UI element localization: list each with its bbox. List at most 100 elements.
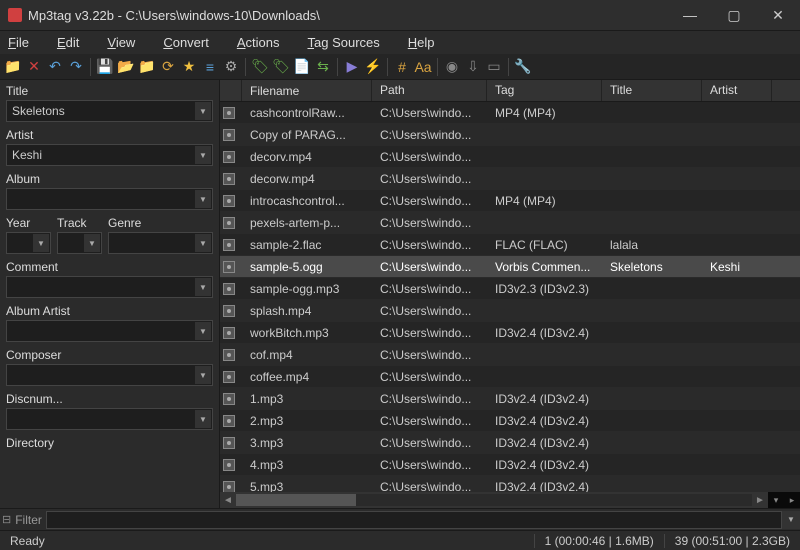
column-filename[interactable]: Filename [242,80,372,101]
menu-actions[interactable]: Actions [237,35,280,50]
menu-tag-sources[interactable]: Tag Sources [308,35,380,50]
cell-path: C:\Users\windo... [372,282,487,296]
scroll-right-icon[interactable]: ▸ [784,492,800,508]
file-icon [223,437,235,449]
artist-dropdown-icon[interactable]: ▼ [195,146,211,164]
horizontal-scrollbar[interactable]: ◄ ► ▾ ▸ [220,492,800,508]
table-row[interactable]: cof.mp4 C:\Users\windo... [220,344,800,366]
table-row[interactable]: pexels-artem-p... C:\Users\windo... [220,212,800,234]
genre-label: Genre [108,216,213,230]
discnum-dropdown-icon[interactable]: ▼ [195,410,211,428]
playlist-icon[interactable]: ≡ [201,58,219,76]
discnum-input[interactable] [6,408,213,430]
action-icon[interactable]: ▶ [343,58,361,76]
text-file-icon[interactable]: 📄 [293,58,311,76]
table-row[interactable]: sample-5.ogg C:\Users\windo... Vorbis Co… [220,256,800,278]
number-icon[interactable]: # [393,58,411,76]
comment-input[interactable] [6,276,213,298]
table-row[interactable]: 5.mp3 C:\Users\windo... ID3v2.4 (ID3v2.4… [220,476,800,492]
album-label: Album [6,172,213,186]
album-artist-dropdown-icon[interactable]: ▼ [195,322,211,340]
menu-convert[interactable]: Convert [163,35,209,50]
tag-from-file-icon[interactable]: 🏷 [251,58,269,76]
cell-tag: ID3v2.4 (ID3v2.4) [487,414,602,428]
status-selected: 1 (00:00:46 | 1.6MB) [535,534,665,548]
star-icon[interactable]: ★ [180,58,198,76]
window-title: Mp3tag v3.22b - C:\Users\windows-10\Down… [28,8,668,23]
cell-filename: 4.mp3 [242,458,372,472]
cell-filename: pexels-artem-p... [242,216,372,230]
table-row[interactable]: cashcontrolRaw... C:\Users\windo... MP4 … [220,102,800,124]
discnum-label: Discnum... [6,392,213,406]
filter-label: Filter [15,513,42,527]
column-title[interactable]: Title [602,80,702,101]
cell-filename: sample-2.flac [242,238,372,252]
extended-icon[interactable]: ▭ [485,58,503,76]
column-artist[interactable]: Artist [702,80,772,101]
table-row[interactable]: decorv.mp4 C:\Users\windo... [220,146,800,168]
status-total: 39 (00:51:00 | 2.3GB) [665,534,800,548]
tag-to-tag-icon[interactable]: ⇆ [314,58,332,76]
file-icon [223,283,235,295]
composer-input[interactable] [6,364,213,386]
cell-path: C:\Users\windo... [372,458,487,472]
folder-add-icon[interactable]: 📁 [138,58,156,76]
filter-dropdown-icon[interactable]: ▼ [782,511,800,529]
table-row[interactable]: splash.mp4 C:\Users\windo... [220,300,800,322]
track-dropdown-icon[interactable]: ▼ [84,234,100,252]
tools-icon[interactable]: 🔧 [514,58,532,76]
artist-input[interactable]: Keshi [6,144,213,166]
minimize-button[interactable]: — [668,0,712,30]
cell-path: C:\Users\windo... [372,238,487,252]
case-icon[interactable]: Aa [414,58,432,76]
column-path[interactable]: Path [372,80,487,101]
disc-icon[interactable]: ◉ [443,58,461,76]
folder-icon[interactable]: 📁 [4,58,22,76]
scroll-dropdown-icon[interactable]: ▾ [768,492,784,508]
redo-icon[interactable]: ↷ [67,58,85,76]
table-row[interactable]: workBitch.mp3 C:\Users\windo... ID3v2.4 … [220,322,800,344]
maximize-button[interactable]: ▢ [712,0,756,30]
comment-dropdown-icon[interactable]: ▼ [195,278,211,296]
cell-path: C:\Users\windo... [372,370,487,384]
refresh-icon[interactable]: ⟳ [159,58,177,76]
file-icon [223,217,235,229]
save-icon[interactable]: 💾 [96,58,114,76]
menu-view[interactable]: View [107,35,135,50]
album-artist-label: Album Artist [6,304,213,318]
genre-dropdown-icon[interactable]: ▼ [195,234,211,252]
table-row[interactable]: sample-ogg.mp3 C:\Users\windo... ID3v2.3… [220,278,800,300]
composer-dropdown-icon[interactable]: ▼ [195,366,211,384]
gear-icon[interactable]: ⚙ [222,58,240,76]
folder-open-icon[interactable]: 📂 [117,58,135,76]
title-input[interactable]: Skeletons [6,100,213,122]
table-row[interactable]: 3.mp3 C:\Users\windo... ID3v2.4 (ID3v2.4… [220,432,800,454]
track-label: Track [57,216,102,230]
table-row[interactable]: Copy of PARAG... C:\Users\windo... [220,124,800,146]
table-row[interactable]: coffee.mp4 C:\Users\windo... [220,366,800,388]
year-dropdown-icon[interactable]: ▼ [33,234,49,252]
album-artist-input[interactable] [6,320,213,342]
column-tag[interactable]: Tag [487,80,602,101]
action-quick-icon[interactable]: ⚡ [364,58,382,76]
file-from-tag-icon[interactable]: 🏷 [272,58,290,76]
filter-input[interactable] [46,511,782,529]
table-row[interactable]: 1.mp3 C:\Users\windo... ID3v2.4 (ID3v2.4… [220,388,800,410]
table-row[interactable]: 2.mp3 C:\Users\windo... ID3v2.4 (ID3v2.4… [220,410,800,432]
title-label: Title [6,84,213,98]
table-row[interactable]: introcashcontrol... C:\Users\windo... MP… [220,190,800,212]
close-button[interactable]: ✕ [756,0,800,30]
undo-icon[interactable]: ↶ [46,58,64,76]
menu-edit[interactable]: Edit [57,35,79,50]
title-dropdown-icon[interactable]: ▼ [195,102,211,120]
table-row[interactable]: sample-2.flac C:\Users\windo... FLAC (FL… [220,234,800,256]
export-icon[interactable]: ⇩ [464,58,482,76]
cut-icon[interactable]: ✕ [25,58,43,76]
table-row[interactable]: decorw.mp4 C:\Users\windo... [220,168,800,190]
cell-filename: sample-ogg.mp3 [242,282,372,296]
album-dropdown-icon[interactable]: ▼ [195,190,211,208]
album-input[interactable] [6,188,213,210]
table-row[interactable]: 4.mp3 C:\Users\windo... ID3v2.4 (ID3v2.4… [220,454,800,476]
menu-file[interactable]: File [8,35,29,50]
menu-help[interactable]: Help [408,35,435,50]
